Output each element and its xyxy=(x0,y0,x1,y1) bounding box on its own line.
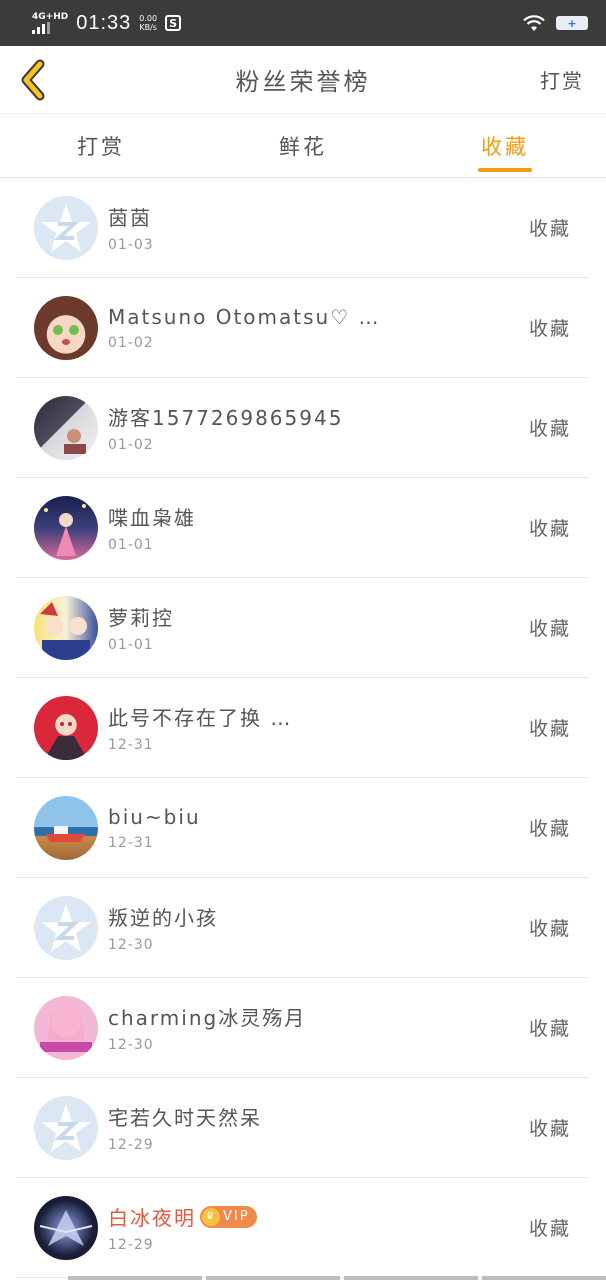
status-bar: 4G+HD 01:33 0.00 KB/s S + xyxy=(0,0,606,46)
signal-indicator: 4G+HD xyxy=(32,11,69,34)
favorite-label: 收藏 xyxy=(528,418,571,440)
favorite-label: 收藏 xyxy=(528,518,571,540)
user-date: 01-03 xyxy=(108,237,154,253)
user-date: 12-29 xyxy=(108,1237,154,1253)
list-item[interactable]: 游客1577269865945 01-02 收藏 xyxy=(17,378,589,478)
list-item[interactable]: 萝莉控 01-01 收藏 xyxy=(17,578,589,678)
favorite-label: 收藏 xyxy=(528,1118,571,1140)
list-item[interactable]: 喋血枭雄 01-01 收藏 xyxy=(17,478,589,578)
list-item[interactable]: 叛逆的小孩 12-30 收藏 xyxy=(17,878,589,978)
user-date: 01-01 xyxy=(108,637,154,653)
list-item[interactable]: 白冰夜明 ♛ VIP 12-29 收藏 xyxy=(17,1178,589,1278)
user-date: 12-31 xyxy=(108,737,154,753)
clock: 01:33 xyxy=(76,11,132,34)
back-arrow-icon[interactable] xyxy=(16,56,50,104)
favorite-label: 收藏 xyxy=(528,1218,571,1240)
signal-bars-icon xyxy=(32,21,68,34)
user-name: 此号不存在了换 … xyxy=(108,706,293,730)
user-name: 萝莉控 xyxy=(108,606,174,630)
user-name: biu~biu xyxy=(108,804,201,829)
user-avatar[interactable] xyxy=(34,995,98,1060)
crown-icon: ♛ xyxy=(202,1207,220,1226)
user-name: 叛逆的小孩 xyxy=(108,906,218,930)
wifi-icon xyxy=(523,15,545,31)
user-date: 12-31 xyxy=(108,834,154,851)
user-date: 12-30 xyxy=(108,937,154,953)
user-date: 01-02 xyxy=(108,334,154,351)
user-avatar[interactable] xyxy=(34,595,98,660)
list-item[interactable]: charming冰灵殇月 12-30 收藏 xyxy=(17,978,589,1078)
page-title: 粉丝荣誉榜 xyxy=(235,68,371,96)
battery-charging-label: + xyxy=(567,16,577,30)
network-speed-value: 0.00 xyxy=(139,14,158,23)
favorite-label: 收藏 xyxy=(528,1018,571,1040)
user-avatar[interactable] xyxy=(34,695,98,760)
favorite-label: 收藏 xyxy=(528,618,571,640)
fan-list: 茵茵 01-03 收藏 Matsuno Otomatsu♡ … 01-02 收藏… xyxy=(0,178,606,1278)
list-item[interactable]: 此号不存在了换 … 12-31 收藏 xyxy=(17,678,589,778)
favorite-label: 收藏 xyxy=(528,218,571,240)
default-avatar-icon[interactable] xyxy=(34,195,98,260)
favorite-label: 收藏 xyxy=(528,318,571,340)
user-date: 12-29 xyxy=(108,1137,154,1153)
tab-flowers[interactable]: 鲜花 xyxy=(202,114,404,177)
list-item[interactable]: 宅若久时天然呆 12-29 收藏 xyxy=(17,1078,589,1178)
network-speed-unit: KB/s xyxy=(139,23,157,32)
user-name: 喋血枭雄 xyxy=(108,506,196,530)
user-name: Matsuno Otomatsu♡ … xyxy=(108,304,381,329)
default-avatar-icon[interactable] xyxy=(34,1095,98,1160)
network-type: 4G+HD xyxy=(32,11,69,22)
vip-badge: ♛ VIP xyxy=(200,1205,257,1228)
app-notification-icon: S xyxy=(165,15,182,31)
list-item[interactable]: biu~biu 12-31 收藏 xyxy=(17,778,589,878)
battery-icon: + xyxy=(556,16,588,30)
user-date: 12-30 xyxy=(108,1037,154,1053)
app-header: 粉丝荣誉榜 打赏 xyxy=(0,46,606,114)
scroll-indicator xyxy=(68,1276,606,1280)
list-item[interactable]: Matsuno Otomatsu♡ … 01-02 收藏 xyxy=(17,278,589,378)
user-name-row: 白冰夜明 ♛ VIP xyxy=(108,1202,257,1231)
user-name: 茵茵 xyxy=(108,206,152,230)
tab-bar: 打赏 鲜花 收藏 xyxy=(0,114,606,178)
favorite-label: 收藏 xyxy=(528,818,571,840)
user-name: charming冰灵殇月 xyxy=(108,1006,307,1030)
user-avatar[interactable] xyxy=(34,295,98,360)
reward-button[interactable]: 打赏 xyxy=(540,65,584,94)
user-name: 宅若久时天然呆 xyxy=(108,1106,262,1130)
vip-label: VIP xyxy=(223,1209,250,1224)
user-avatar[interactable] xyxy=(34,795,98,860)
default-avatar-icon[interactable] xyxy=(34,895,98,960)
user-avatar[interactable] xyxy=(34,395,98,460)
user-name: 白冰夜明 xyxy=(108,1206,196,1230)
user-name: 游客1577269865945 xyxy=(108,406,344,430)
favorite-label: 收藏 xyxy=(528,718,571,740)
user-avatar[interactable] xyxy=(34,1195,98,1260)
list-item[interactable]: 茵茵 01-03 收藏 xyxy=(17,178,589,278)
favorite-label: 收藏 xyxy=(528,918,571,940)
tab-favorites[interactable]: 收藏 xyxy=(404,114,606,177)
user-date: 01-01 xyxy=(108,537,154,553)
network-speed: 0.00 KB/s xyxy=(139,14,157,32)
tab-reward[interactable]: 打赏 xyxy=(0,114,202,177)
user-date: 01-02 xyxy=(108,437,154,453)
user-avatar[interactable] xyxy=(34,495,98,560)
